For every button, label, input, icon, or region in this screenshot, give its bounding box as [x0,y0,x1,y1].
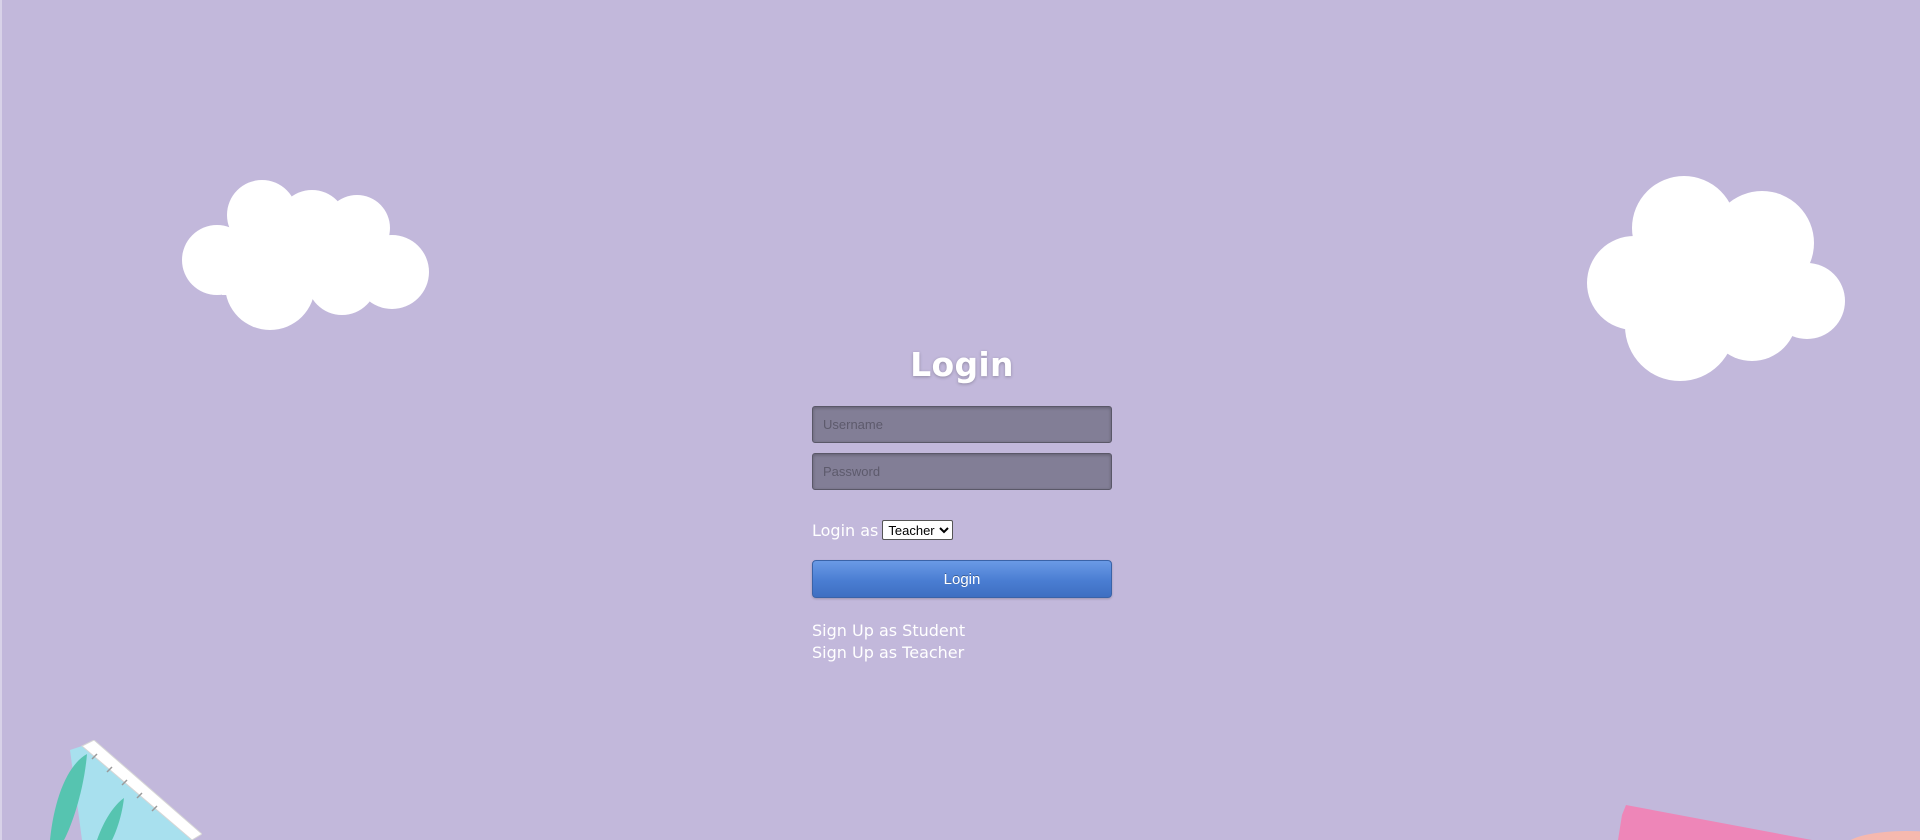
login-button[interactable]: Login [812,560,1112,598]
login-form: Login Login as Teacher Login Sign Up as … [812,345,1112,664]
password-field[interactable] [812,453,1112,490]
signup-student-link[interactable]: Sign Up as Student [812,620,1112,642]
login-page: Login Login as Teacher Login Sign Up as … [0,0,1920,840]
signup-links: Sign Up as Student Sign Up as Teacher [812,620,1112,664]
cloud-left-icon [182,180,429,330]
signup-teacher-link[interactable]: Sign Up as Teacher [812,642,1112,664]
pink-book-decoration-icon [1618,805,1920,840]
cloud-right-icon [1587,176,1845,381]
page-title: Login [910,345,1014,384]
ruler-decoration-icon [50,740,202,840]
role-row: Login as Teacher [812,520,1112,540]
username-field[interactable] [812,406,1112,443]
role-label: Login as [812,520,879,540]
role-select[interactable]: Teacher [882,520,954,540]
